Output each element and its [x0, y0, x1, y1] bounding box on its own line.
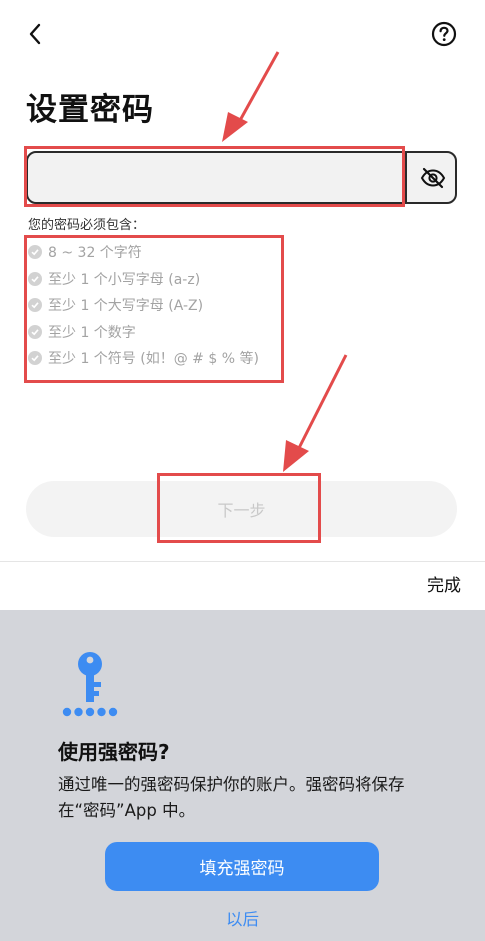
- question-circle-icon: [431, 21, 457, 47]
- fill-strong-password-button[interactable]: 填充强密码: [105, 842, 379, 891]
- annotation-arrow-bottom: [283, 354, 348, 472]
- key-icon: [62, 652, 118, 717]
- keyboard-toolbar: 完成: [0, 561, 485, 610]
- later-button[interactable]: 以后: [0, 906, 485, 930]
- toggle-visibility-button[interactable]: [411, 153, 455, 202]
- eye-slash-icon: [420, 167, 446, 188]
- sheet-description: 通过唯一的强密码保护你的账户。强密码将保存在“密码”App 中。: [58, 775, 405, 820]
- sheet-title: 使用强密码?: [58, 740, 170, 764]
- done-button[interactable]: 完成: [427, 571, 461, 596]
- annotation-highlight-next: [157, 473, 321, 543]
- back-button[interactable]: [20, 18, 50, 50]
- annotation-arrow-top: [222, 51, 280, 142]
- help-button[interactable]: [428, 18, 460, 50]
- field-divider: [405, 153, 407, 202]
- strong-password-sheet: 使用强密码? 通过唯一的强密码保护你的账户。强密码将保存在“密码”App 中。 …: [0, 610, 485, 941]
- annotation-highlight-password: [24, 146, 405, 207]
- chevron-left-icon: [29, 23, 41, 45]
- page-title: 设置密码: [26, 92, 154, 128]
- annotation-highlight-requirements: [24, 235, 284, 383]
- requirements-title: 您的密码必须包含：: [28, 218, 146, 233]
